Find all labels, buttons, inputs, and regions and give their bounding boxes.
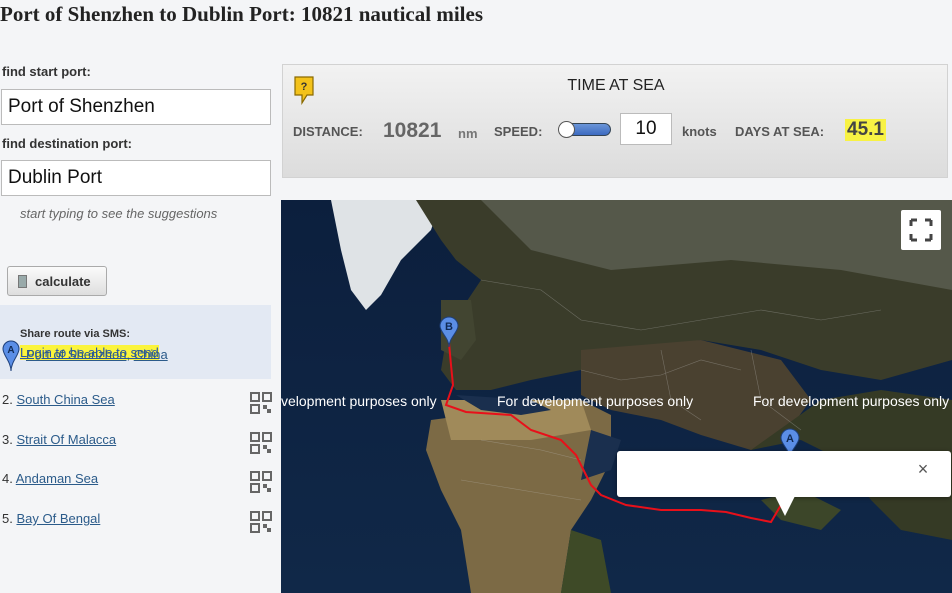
route-leg-link[interactable]: Andaman Sea — [16, 471, 98, 486]
suggestion-hint: start typing to see the suggestions — [20, 206, 218, 221]
time-at-sea-panel: ? TIME AT SEA DISTANCE: 10821 nm SPEED: … — [282, 64, 948, 178]
qr-code-icon[interactable] — [250, 432, 272, 454]
info-window-tail — [775, 496, 795, 516]
fullscreen-button[interactable] — [901, 210, 941, 250]
route-leg-item: 4. Andaman Sea — [2, 471, 272, 495]
distance-unit: nm — [458, 126, 478, 141]
route-leg-number: 5. — [2, 511, 13, 526]
map-pin-icon[interactable]: B — [439, 316, 459, 348]
route-leg-item: 3. Strait Of Malacca — [2, 432, 272, 456]
map-pin-icon: A — [2, 340, 20, 372]
route-start-marker: A — [7, 345, 14, 356]
speed-slider[interactable] — [558, 121, 611, 138]
route-leg-link[interactable]: Strait Of Malacca — [16, 432, 116, 447]
close-icon[interactable]: × — [913, 459, 933, 479]
start-port-label: find start port: — [2, 64, 91, 79]
speed-unit: knots — [682, 124, 717, 139]
route-leg-number: 2. — [2, 392, 13, 407]
route-start-text: Port of Shenzhen, China — [26, 347, 168, 362]
page-title: Port of Shenzhen to Dublin Port: 10821 n… — [0, 2, 483, 26]
days-at-sea-label: DAYS AT SEA: — [735, 124, 825, 139]
route-leg-item: 2. South China Sea — [2, 392, 272, 416]
start-port-input[interactable] — [1, 89, 271, 125]
route-map[interactable]: B A velopment purposes only For developm… — [281, 200, 952, 593]
speed-label: SPEED: — [494, 124, 543, 139]
route-leg-item: 5. Bay Of Bengal — [2, 511, 272, 535]
start-port-link[interactable]: Port of Shenzhen — [26, 347, 126, 362]
dev-watermark: velopment purposes only — [281, 393, 437, 409]
calculate-label: calculate — [35, 273, 91, 289]
route-leg-link[interactable]: Bay Of Bengal — [16, 511, 100, 526]
days-at-sea-value: 45.1 — [845, 119, 886, 141]
route-leg-number: 4. — [2, 471, 13, 486]
dev-watermark: For development purposes only — [497, 393, 694, 409]
route-leg-link[interactable]: South China Sea — [16, 392, 114, 407]
route-leg-number: 3. — [2, 432, 13, 447]
distance-value: 10821 — [383, 119, 442, 142]
speed-input[interactable] — [620, 113, 672, 145]
panel-title: TIME AT SEA — [567, 77, 665, 94]
destination-port-label: find destination port: — [2, 136, 132, 151]
map-info-window: × — [617, 451, 951, 516]
route-start-item: A Port of Shenzhen, China — [2, 338, 272, 374]
map-marker-a-label: A — [786, 433, 794, 445]
fullscreen-icon — [909, 218, 933, 242]
destination-port-input[interactable] — [1, 160, 271, 196]
distance-label: DISTANCE: — [293, 124, 363, 139]
calculate-button[interactable]: calculate — [7, 266, 107, 296]
qr-code-icon[interactable] — [250, 511, 272, 533]
route-start-separator: , — [126, 347, 134, 362]
calculator-icon — [18, 274, 27, 288]
map-marker-b-label: B — [445, 321, 453, 333]
speed-slider-handle[interactable] — [558, 121, 575, 138]
qr-code-icon[interactable] — [250, 392, 272, 414]
qr-code-icon[interactable] — [250, 471, 272, 493]
start-country-link[interactable]: China — [134, 347, 168, 362]
dev-watermark: For development purposes only — [753, 393, 950, 409]
